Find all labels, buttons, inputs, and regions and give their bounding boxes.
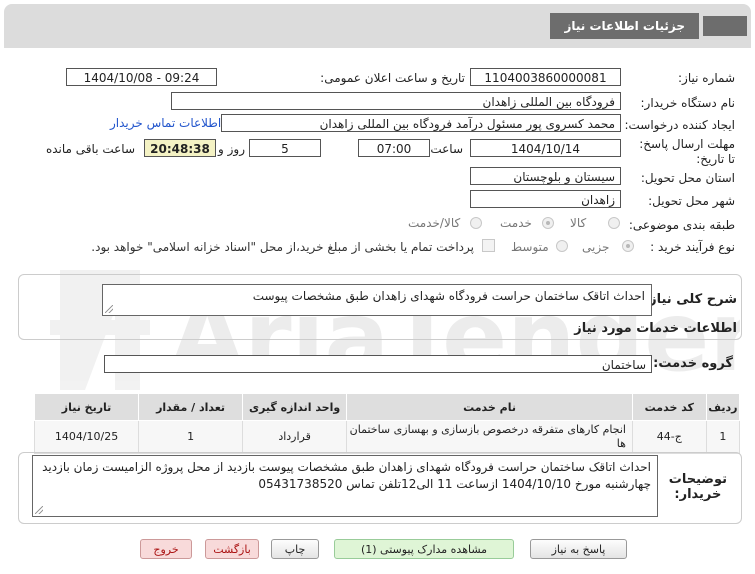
notes-label-line2: خریدار: [674, 487, 722, 502]
page-title: جزئیات اطلاعات نیاز [550, 13, 699, 39]
process-radio-medium[interactable] [556, 240, 568, 252]
cell-qty: 1 [138, 420, 244, 454]
notes-label: توضیحات خریدار: [669, 472, 727, 502]
process-radio-partial[interactable] [622, 240, 634, 252]
header-accent [703, 16, 747, 36]
col-date: تاریخ نیاز [33, 393, 140, 421]
summary-text: احداث اتاقک ساختمان حراست فرودگاه شهدای … [252, 289, 645, 303]
category-option-service: خدمت [500, 216, 532, 230]
col-code: کد خدمت [631, 393, 707, 421]
service-group-label: گروه خدمت: [653, 356, 733, 371]
creator-field: محمد کسروی پور مسئول درآمد فرودگاه بین ا… [221, 114, 621, 132]
back-button[interactable]: بازگشت [205, 539, 259, 559]
services-table: ردیف کد خدمت نام خدمت واحد اندازه گیری ت… [33, 393, 741, 454]
need-number-label: شماره نیاز: [678, 71, 735, 85]
summary-textarea[interactable]: احداث اتاقک ساختمان حراست فرودگاه شهدای … [102, 284, 652, 316]
notes-line1: احداث اتاقک ساختمان حراست فرودگاه شهدای … [42, 460, 651, 474]
province-label: استان محل تحویل: [640, 171, 735, 185]
province-field: سیستان و بلوچستان [470, 167, 621, 185]
category-option-goods: کالا [570, 216, 587, 230]
announce-date-label: تاریخ و ساعت اعلان عمومی: [320, 71, 465, 85]
announce-date-field: 1404/10/08 - 09:24 [66, 68, 217, 86]
cell-code: ج-44 [631, 420, 707, 454]
deadline-date-field: 1404/10/14 [470, 139, 621, 157]
deadline-time-field: 07:00 [358, 139, 430, 157]
attachments-button[interactable]: مشاهده مدارک پیوستی (1) [334, 539, 514, 559]
remaining-time-field: 20:48:38 [144, 139, 216, 157]
remaining-time-label: ساعت باقی مانده [45, 142, 135, 156]
col-qty: تعداد / مقدار [138, 393, 244, 421]
creator-label: ایجاد کننده درخواست: [624, 118, 735, 132]
resize-grip-icon[interactable] [35, 506, 43, 514]
col-name: نام خدمت [346, 393, 633, 421]
cell-name: انجام کارهای متفرقه درخصوص بازسازی و بهس… [346, 420, 633, 454]
cell-row: 1 [705, 420, 741, 454]
buyer-org-field: فرودگاه بین المللی زاهدان [171, 92, 621, 110]
cell-date: 1404/10/25 [33, 420, 140, 454]
days-label: روز و [218, 142, 245, 156]
city-field: زاهدان [470, 190, 621, 208]
process-option-partial: جزیی [582, 240, 610, 254]
services-heading: اطلاعات خدمات مورد نیاز [574, 321, 737, 336]
summary-label: شرح کلی نیاز: [643, 292, 737, 307]
category-radio-goods-service[interactable] [470, 217, 482, 229]
resize-grip-icon[interactable] [105, 305, 113, 313]
page-header: جزئیات اطلاعات نیاز [4, 4, 751, 48]
notes-label-line1: توضیحات [668, 472, 727, 487]
notes-line2: چهارشنبه مورخ 1404/10/10 ازساعت 11 الی12… [258, 477, 651, 491]
category-radio-goods[interactable] [608, 217, 620, 229]
process-label: نوع فرآیند خرید : [650, 240, 735, 254]
process-option-medium: متوسط [511, 240, 549, 254]
treasury-note: پرداخت تمام یا بخشی از مبلغ خرید،از محل … [91, 240, 474, 254]
notes-textarea[interactable]: احداث اتاقک ساختمان حراست فرودگاه شهدای … [32, 455, 658, 517]
buyer-contact-link[interactable]: اطلاعات تماس خریدار [110, 116, 221, 130]
need-number-field: 1104003860000081 [470, 68, 621, 86]
days-field: 5 [249, 139, 321, 157]
deadline-label: مهلت ارسال پاسخ: تا تاریخ: [639, 137, 735, 166]
col-row: ردیف [705, 393, 741, 421]
treasury-checkbox[interactable] [482, 239, 495, 252]
category-label: طبقه بندی موضوعی: [628, 218, 735, 232]
table-header-row: ردیف کد خدمت نام خدمت واحد اندازه گیری ت… [33, 393, 741, 421]
exit-button[interactable]: خروج [140, 539, 192, 559]
buyer-org-label: نام دستگاه خریدار: [640, 96, 736, 110]
category-option-goods-service: کالا/خدمت [408, 216, 461, 230]
print-button[interactable]: چاپ [271, 539, 319, 559]
col-unit: واحد اندازه گیری [242, 393, 348, 421]
reply-button[interactable]: پاسخ به نیاز [530, 539, 627, 559]
cell-unit: قرارداد [242, 420, 348, 454]
service-group-field: ساختمان [104, 355, 652, 373]
deadline-time-label: ساعت [430, 142, 463, 156]
city-label: شهر محل تحویل: [648, 194, 735, 208]
category-radio-service[interactable] [542, 217, 554, 229]
table-row: 1 ج-44 انجام کارهای متفرقه درخصوص بازساز… [33, 420, 741, 454]
